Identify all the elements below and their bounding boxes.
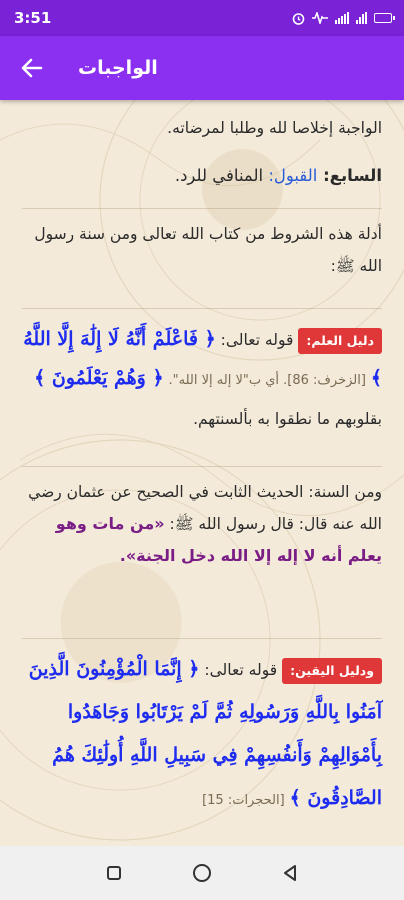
paragraph-sunnah: ومن السنة: الحديث الثابت في الصحيح عن عث… bbox=[22, 476, 382, 572]
back-nav-button[interactable] bbox=[268, 851, 312, 895]
battery-icon bbox=[374, 13, 395, 23]
status-icons bbox=[292, 12, 395, 25]
section-certainty: ودليل اليقين: قوله تعالى: ﴿ إِنَّمَا الْ… bbox=[22, 648, 382, 822]
section-knowledge: دليل العلم: قوله تعالى: ﴿ فَاعْلَمْ أَنَ… bbox=[22, 320, 382, 438]
acceptance-term: القبول: bbox=[263, 166, 318, 185]
knowledge-tail: بقلوبهم ما نطقوا به بألسنتهم. bbox=[193, 410, 382, 428]
system-nav-bar bbox=[0, 846, 404, 900]
divider bbox=[22, 208, 382, 209]
home-button[interactable] bbox=[180, 851, 224, 895]
arrow-back-icon bbox=[21, 58, 43, 78]
acceptance-text: المنافي للرد. bbox=[174, 166, 264, 185]
divider bbox=[22, 638, 382, 639]
quran-verse: ﴿ وَهُمْ يَعْلَمُونَ ﴾ bbox=[34, 367, 164, 389]
alarm-icon bbox=[292, 12, 305, 25]
signal-icon-2 bbox=[356, 12, 367, 24]
paragraph-seventh: السابع: القبول: المنافي للرد. bbox=[22, 160, 382, 192]
knowledge-badge: دليل العلم: bbox=[298, 327, 382, 354]
home-circle-icon bbox=[193, 864, 211, 882]
app-bar: الواجبات bbox=[0, 36, 404, 100]
verse-reference: [الحجرات: 15] bbox=[202, 793, 285, 808]
page-title: الواجبات bbox=[78, 57, 158, 79]
certainty-intro: قوله تعالى: bbox=[199, 661, 278, 679]
paragraph-evidence-intro: أدلة هذه الشروط من كتاب الله تعالى ومن س… bbox=[34, 225, 382, 275]
article-content[interactable]: الواجبة إخلاصا لله وطلبا لمرضاته. السابع… bbox=[0, 100, 404, 846]
seventh-label: السابع: bbox=[317, 166, 382, 185]
status-time: 3:51 bbox=[14, 9, 52, 27]
status-bar: 3:51 bbox=[0, 0, 404, 36]
divider bbox=[22, 308, 382, 309]
knowledge-intro: قوله تعالى: bbox=[215, 331, 294, 349]
divider bbox=[22, 466, 382, 467]
certainty-badge: ودليل اليقين: bbox=[282, 657, 382, 684]
activity-icon bbox=[312, 12, 328, 24]
recents-square-icon bbox=[107, 866, 121, 880]
verse-reference: [الزخرف: 86]. أي ب"لا إله إلا الله". bbox=[168, 373, 366, 388]
recents-button[interactable] bbox=[92, 851, 136, 895]
signal-icon bbox=[335, 12, 349, 24]
back-triangle-icon bbox=[284, 865, 296, 881]
back-button[interactable] bbox=[0, 36, 64, 100]
paragraph-intro: الواجبة إخلاصا لله وطلبا لمرضاته. bbox=[167, 119, 382, 137]
